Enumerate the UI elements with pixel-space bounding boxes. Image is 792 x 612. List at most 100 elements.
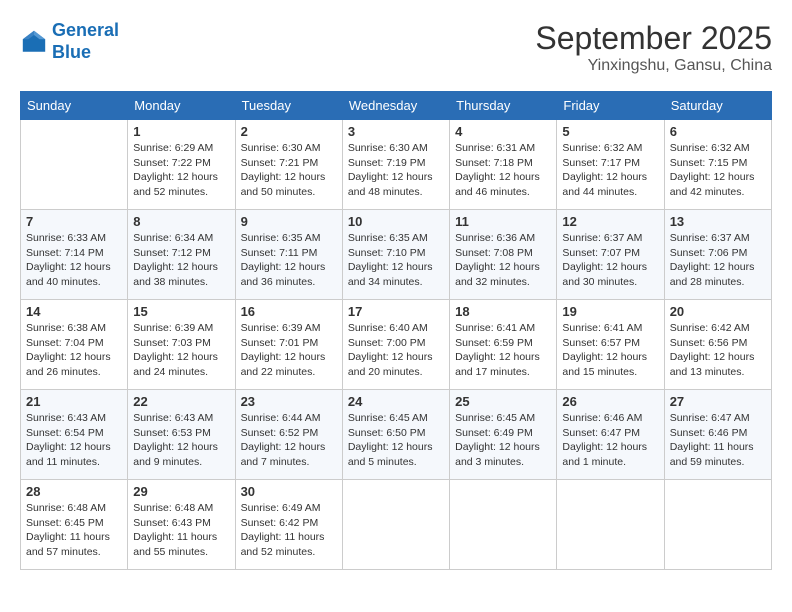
calendar-cell: 14 Sunrise: 6:38 AM Sunset: 7:04 PM Dayli… bbox=[21, 300, 128, 390]
day-info: Sunrise: 6:42 AM Sunset: 6:56 PM Dayligh… bbox=[670, 321, 766, 380]
day-info: Sunrise: 6:37 AM Sunset: 7:06 PM Dayligh… bbox=[670, 231, 766, 290]
day-info: Sunrise: 6:48 AM Sunset: 6:43 PM Dayligh… bbox=[133, 501, 229, 560]
calendar-cell: 18 Sunrise: 6:41 AM Sunset: 6:59 PM Dayli… bbox=[450, 300, 557, 390]
calendar-week-row: 28Sunrise: 6:48 AM Sunset: 6:45 PM Dayli… bbox=[21, 480, 772, 570]
day-info: Sunrise: 6:43 AM Sunset: 6:54 PM Dayligh… bbox=[26, 411, 122, 470]
calendar-week-row: 7 Sunrise: 6:33 AM Sunset: 7:14 PM Daylig… bbox=[21, 210, 772, 300]
weekday-row: SundayMondayTuesdayWednesdayThursdayFrid… bbox=[21, 92, 772, 120]
day-info: Sunrise: 6:35 AM Sunset: 7:10 PM Dayligh… bbox=[348, 231, 444, 290]
day-number: 30 bbox=[241, 484, 337, 499]
calendar-cell: 9 Sunrise: 6:35 AM Sunset: 7:11 PM Daylig… bbox=[235, 210, 342, 300]
calendar-cell: 30 Sunrise: 6:49 AM Sunset: 6:42 PM Dayli… bbox=[235, 480, 342, 570]
day-number: 14 bbox=[26, 304, 122, 319]
calendar-cell: 28Sunrise: 6:48 AM Sunset: 6:45 PM Dayli… bbox=[21, 480, 128, 570]
day-info: Sunrise: 6:44 AM Sunset: 6:52 PM Dayligh… bbox=[241, 411, 337, 470]
day-number: 11 bbox=[455, 214, 551, 229]
day-info: Sunrise: 6:39 AM Sunset: 7:03 PM Dayligh… bbox=[133, 321, 229, 380]
day-number: 8 bbox=[133, 214, 229, 229]
day-info: Sunrise: 6:45 AM Sunset: 6:50 PM Dayligh… bbox=[348, 411, 444, 470]
day-info: Sunrise: 6:41 AM Sunset: 6:59 PM Dayligh… bbox=[455, 321, 551, 380]
day-number: 27 bbox=[670, 394, 766, 409]
weekday-header: Friday bbox=[557, 92, 664, 120]
logo-line1: General bbox=[52, 20, 119, 40]
calendar-week-row: 1Sunrise: 6:29 AM Sunset: 7:22 PM Daylig… bbox=[21, 120, 772, 210]
calendar-cell: 23 Sunrise: 6:44 AM Sunset: 6:52 PM Dayli… bbox=[235, 390, 342, 480]
title-block: September 2025 Yinxingshu, Gansu, China bbox=[535, 20, 772, 75]
calendar-header: SundayMondayTuesdayWednesdayThursdayFrid… bbox=[21, 92, 772, 120]
page-header: General Blue September 2025 Yinxingshu, … bbox=[20, 20, 772, 75]
day-number: 10 bbox=[348, 214, 444, 229]
calendar-cell: 21 Sunrise: 6:43 AM Sunset: 6:54 PM Dayli… bbox=[21, 390, 128, 480]
day-number: 13 bbox=[670, 214, 766, 229]
calendar-cell: 26Sunrise: 6:46 AM Sunset: 6:47 PM Dayli… bbox=[557, 390, 664, 480]
logo-line2: Blue bbox=[52, 42, 91, 62]
calendar-cell bbox=[21, 120, 128, 210]
day-number: 12 bbox=[562, 214, 658, 229]
calendar-body: 1Sunrise: 6:29 AM Sunset: 7:22 PM Daylig… bbox=[21, 120, 772, 570]
day-number: 20 bbox=[670, 304, 766, 319]
calendar-cell: 6 Sunrise: 6:32 AM Sunset: 7:15 PM Daylig… bbox=[664, 120, 771, 210]
calendar-cell: 5Sunrise: 6:32 AM Sunset: 7:17 PM Daylig… bbox=[557, 120, 664, 210]
day-info: Sunrise: 6:31 AM Sunset: 7:18 PM Dayligh… bbox=[455, 141, 551, 200]
day-number: 6 bbox=[670, 124, 766, 139]
day-number: 7 bbox=[26, 214, 122, 229]
calendar-cell: 7 Sunrise: 6:33 AM Sunset: 7:14 PM Daylig… bbox=[21, 210, 128, 300]
day-info: Sunrise: 6:33 AM Sunset: 7:14 PM Dayligh… bbox=[26, 231, 122, 290]
calendar-cell: 19 Sunrise: 6:41 AM Sunset: 6:57 PM Dayli… bbox=[557, 300, 664, 390]
calendar-cell: 3Sunrise: 6:30 AM Sunset: 7:19 PM Daylig… bbox=[342, 120, 449, 210]
day-info: Sunrise: 6:36 AM Sunset: 7:08 PM Dayligh… bbox=[455, 231, 551, 290]
day-number: 29 bbox=[133, 484, 229, 499]
day-number: 23 bbox=[241, 394, 337, 409]
calendar-cell: 17Sunrise: 6:40 AM Sunset: 7:00 PM Dayli… bbox=[342, 300, 449, 390]
day-number: 19 bbox=[562, 304, 658, 319]
day-number: 21 bbox=[26, 394, 122, 409]
calendar-cell bbox=[342, 480, 449, 570]
day-number: 2 bbox=[241, 124, 337, 139]
weekday-header: Wednesday bbox=[342, 92, 449, 120]
calendar-week-row: 21 Sunrise: 6:43 AM Sunset: 6:54 PM Dayli… bbox=[21, 390, 772, 480]
weekday-header: Tuesday bbox=[235, 92, 342, 120]
day-info: Sunrise: 6:29 AM Sunset: 7:22 PM Dayligh… bbox=[133, 141, 229, 200]
logo-text: General Blue bbox=[52, 20, 119, 63]
day-number: 17 bbox=[348, 304, 444, 319]
weekday-header: Saturday bbox=[664, 92, 771, 120]
day-number: 16 bbox=[241, 304, 337, 319]
day-info: Sunrise: 6:32 AM Sunset: 7:15 PM Dayligh… bbox=[670, 141, 766, 200]
day-info: Sunrise: 6:46 AM Sunset: 6:47 PM Dayligh… bbox=[562, 411, 658, 470]
day-info: Sunrise: 6:48 AM Sunset: 6:45 PM Dayligh… bbox=[26, 501, 122, 560]
day-info: Sunrise: 6:35 AM Sunset: 7:11 PM Dayligh… bbox=[241, 231, 337, 290]
weekday-header: Sunday bbox=[21, 92, 128, 120]
calendar-cell: 2 Sunrise: 6:30 AM Sunset: 7:21 PM Daylig… bbox=[235, 120, 342, 210]
calendar-cell: 16 Sunrise: 6:39 AM Sunset: 7:01 PM Dayli… bbox=[235, 300, 342, 390]
calendar-cell: 8Sunrise: 6:34 AM Sunset: 7:12 PM Daylig… bbox=[128, 210, 235, 300]
day-info: Sunrise: 6:49 AM Sunset: 6:42 PM Dayligh… bbox=[241, 501, 337, 560]
calendar-cell: 4 Sunrise: 6:31 AM Sunset: 7:18 PM Daylig… bbox=[450, 120, 557, 210]
day-info: Sunrise: 6:41 AM Sunset: 6:57 PM Dayligh… bbox=[562, 321, 658, 380]
logo-icon bbox=[20, 28, 48, 56]
day-info: Sunrise: 6:43 AM Sunset: 6:53 PM Dayligh… bbox=[133, 411, 229, 470]
day-number: 22 bbox=[133, 394, 229, 409]
day-number: 15 bbox=[133, 304, 229, 319]
logo: General Blue bbox=[20, 20, 119, 63]
day-number: 18 bbox=[455, 304, 551, 319]
weekday-header: Monday bbox=[128, 92, 235, 120]
calendar-cell: 24 Sunrise: 6:45 AM Sunset: 6:50 PM Dayli… bbox=[342, 390, 449, 480]
day-info: Sunrise: 6:38 AM Sunset: 7:04 PM Dayligh… bbox=[26, 321, 122, 380]
day-info: Sunrise: 6:47 AM Sunset: 6:46 PM Dayligh… bbox=[670, 411, 766, 470]
day-info: Sunrise: 6:37 AM Sunset: 7:07 PM Dayligh… bbox=[562, 231, 658, 290]
calendar-cell: 1Sunrise: 6:29 AM Sunset: 7:22 PM Daylig… bbox=[128, 120, 235, 210]
day-number: 9 bbox=[241, 214, 337, 229]
day-number: 3 bbox=[348, 124, 444, 139]
day-info: Sunrise: 6:30 AM Sunset: 7:21 PM Dayligh… bbox=[241, 141, 337, 200]
day-info: Sunrise: 6:39 AM Sunset: 7:01 PM Dayligh… bbox=[241, 321, 337, 380]
day-number: 25 bbox=[455, 394, 551, 409]
day-number: 24 bbox=[348, 394, 444, 409]
day-number: 5 bbox=[562, 124, 658, 139]
calendar-cell: 20 Sunrise: 6:42 AM Sunset: 6:56 PM Dayli… bbox=[664, 300, 771, 390]
day-number: 4 bbox=[455, 124, 551, 139]
calendar-cell: 12 Sunrise: 6:37 AM Sunset: 7:07 PM Dayli… bbox=[557, 210, 664, 300]
calendar-cell: 13 Sunrise: 6:37 AM Sunset: 7:06 PM Dayli… bbox=[664, 210, 771, 300]
calendar-week-row: 14 Sunrise: 6:38 AM Sunset: 7:04 PM Dayli… bbox=[21, 300, 772, 390]
calendar-cell: 11 Sunrise: 6:36 AM Sunset: 7:08 PM Dayli… bbox=[450, 210, 557, 300]
day-info: Sunrise: 6:45 AM Sunset: 6:49 PM Dayligh… bbox=[455, 411, 551, 470]
